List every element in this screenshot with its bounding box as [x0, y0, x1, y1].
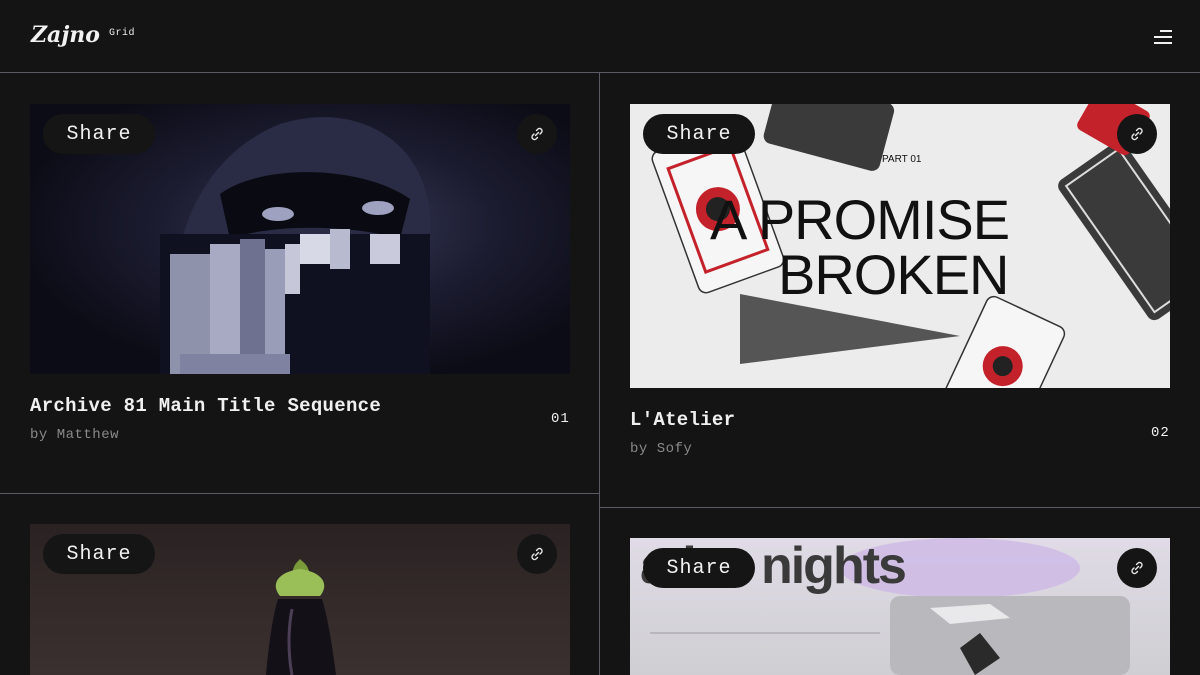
share-button[interactable]: Share: [643, 548, 755, 588]
share-button[interactable]: Share: [643, 114, 755, 154]
link-icon[interactable]: [517, 534, 557, 574]
menu-icon[interactable]: [1150, 30, 1172, 46]
svg-text:Zajno: Zajno: [30, 22, 100, 48]
svg-text:BROKEN: BROKEN: [778, 243, 1009, 306]
svg-text:A PROMISE: A PROMISE: [710, 188, 1009, 251]
card-thumbnail[interactable]: Share: [30, 524, 570, 675]
svg-text:PART 01: PART 01: [882, 154, 922, 165]
card-author[interactable]: by Matthew: [30, 427, 119, 443]
card-title[interactable]: L'Atelier: [630, 409, 735, 431]
site-header: Zajno Grid: [0, 0, 1200, 73]
card-thumbnail[interactable]: PART 01 A PROMISE BROKEN Share: [630, 104, 1170, 388]
card-thumbnail[interactable]: ative nights Share: [630, 538, 1170, 675]
link-icon[interactable]: [1117, 548, 1157, 588]
column-divider: [599, 73, 600, 675]
card-number: 01: [551, 411, 570, 427]
link-icon[interactable]: [517, 114, 557, 154]
share-button[interactable]: Share: [43, 114, 155, 154]
share-button[interactable]: Share: [43, 534, 155, 574]
card-thumbnail[interactable]: Share: [30, 104, 570, 374]
row-divider-right: [600, 507, 1200, 508]
card-author[interactable]: by Sofy: [630, 441, 692, 457]
card-number: 02: [1151, 425, 1170, 441]
zajno-logo[interactable]: Zajno: [30, 18, 102, 50]
logo-subtitle: Grid: [109, 28, 136, 39]
row-divider-left: [0, 493, 599, 494]
link-icon[interactable]: [1117, 114, 1157, 154]
card-title[interactable]: Archive 81 Main Title Sequence: [30, 395, 381, 417]
